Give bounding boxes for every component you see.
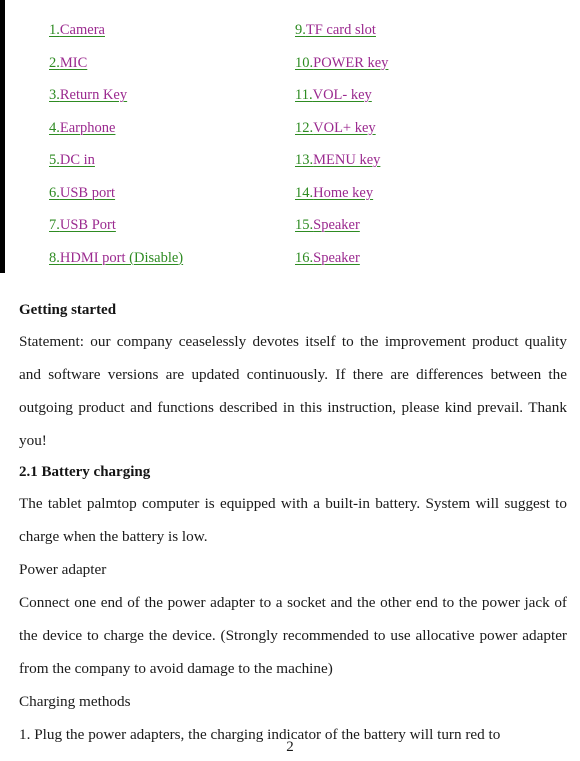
part-number: 3. [49, 87, 60, 103]
section-heading-getting-started: Getting started [19, 302, 117, 318]
list-item[interactable]: 15.Speaker [295, 209, 545, 242]
parts-list-left-column: 1.Camera 2.MIC 3.Return Key 4.Earphone 5… [49, 14, 279, 274]
list-item[interactable]: 10.POWER key [295, 47, 545, 80]
part-number: 12. [295, 119, 314, 136]
paragraph-connect-adapter: Connect one end of the power adapter to … [19, 594, 567, 677]
part-label: USB Port [59, 217, 116, 233]
parts-reference-list: 1.Camera 2.MIC 3.Return Key 4.Earphone 5… [0, 0, 580, 280]
part-number: 4. [49, 119, 60, 136]
list-item[interactable]: 16.Speaker [295, 242, 545, 275]
part-number: 6. [49, 184, 60, 201]
list-item[interactable]: 6.USB port [49, 177, 279, 210]
part-label: POWER key [313, 54, 389, 71]
part-label: Home key [313, 184, 374, 201]
part-label: TF card slot [305, 22, 376, 38]
part-label: Return Key [59, 87, 128, 103]
document-body: Getting started Statement: our company c… [19, 295, 567, 751]
section-heading-battery-charging: 2.1 Battery charging [19, 464, 151, 480]
label-charging-methods: Charging methods [19, 693, 131, 710]
part-label: Earphone [59, 119, 116, 136]
part-number: 15. [295, 217, 314, 233]
paragraph-battery: The tablet palmtop computer is equipped … [19, 495, 567, 545]
part-label: Camera [59, 22, 105, 38]
list-item[interactable]: 12.VOL+ key [295, 112, 545, 145]
list-item[interactable]: 3.Return Key [49, 79, 279, 112]
part-number: 13. [295, 152, 314, 168]
list-item[interactable]: 13.MENU key [295, 144, 545, 177]
parts-list-right-column: 9.TF card slot 10.POWER key 11.VOL- key … [295, 14, 545, 274]
part-label: Speaker [313, 249, 360, 266]
list-item[interactable]: 14.Home key [295, 177, 545, 210]
part-label: HDMI port [59, 249, 126, 266]
part-label: VOL- key [312, 87, 372, 103]
paragraph-statement: Statement: our company ceaselessly devot… [19, 333, 567, 449]
part-label: VOL+ key [313, 119, 376, 136]
list-item[interactable]: 5.DC in [49, 144, 279, 177]
part-number: 14. [295, 184, 314, 201]
part-number: 10. [295, 54, 314, 71]
part-label: USB port [59, 184, 116, 201]
list-item[interactable]: 8.HDMI port (Disable) [49, 242, 279, 275]
list-item[interactable]: 7.USB Port [49, 209, 279, 242]
list-item[interactable]: 11.VOL- key [295, 79, 545, 112]
part-label: DC in [59, 152, 95, 168]
part-label: MIC [59, 54, 88, 71]
part-note: (Disable) [125, 249, 184, 266]
list-item[interactable]: 9.TF card slot [295, 14, 545, 47]
label-power-adapter: Power adapter [19, 561, 107, 578]
part-number: 1. [49, 22, 60, 38]
list-item[interactable]: 2.MIC [49, 47, 279, 80]
page-number: 2 [286, 739, 294, 755]
part-number: 2. [49, 54, 60, 71]
part-number: 16. [295, 249, 314, 266]
part-number: 11. [295, 87, 313, 103]
part-label: Speaker [313, 217, 360, 233]
part-number: 5. [49, 152, 60, 168]
part-number: 9. [295, 22, 306, 38]
list-item[interactable]: 1.Camera [49, 14, 279, 47]
part-label: MENU key [313, 152, 381, 168]
part-number: 7. [49, 217, 60, 233]
list-item[interactable]: 4.Earphone [49, 112, 279, 145]
part-number: 8. [49, 249, 60, 266]
